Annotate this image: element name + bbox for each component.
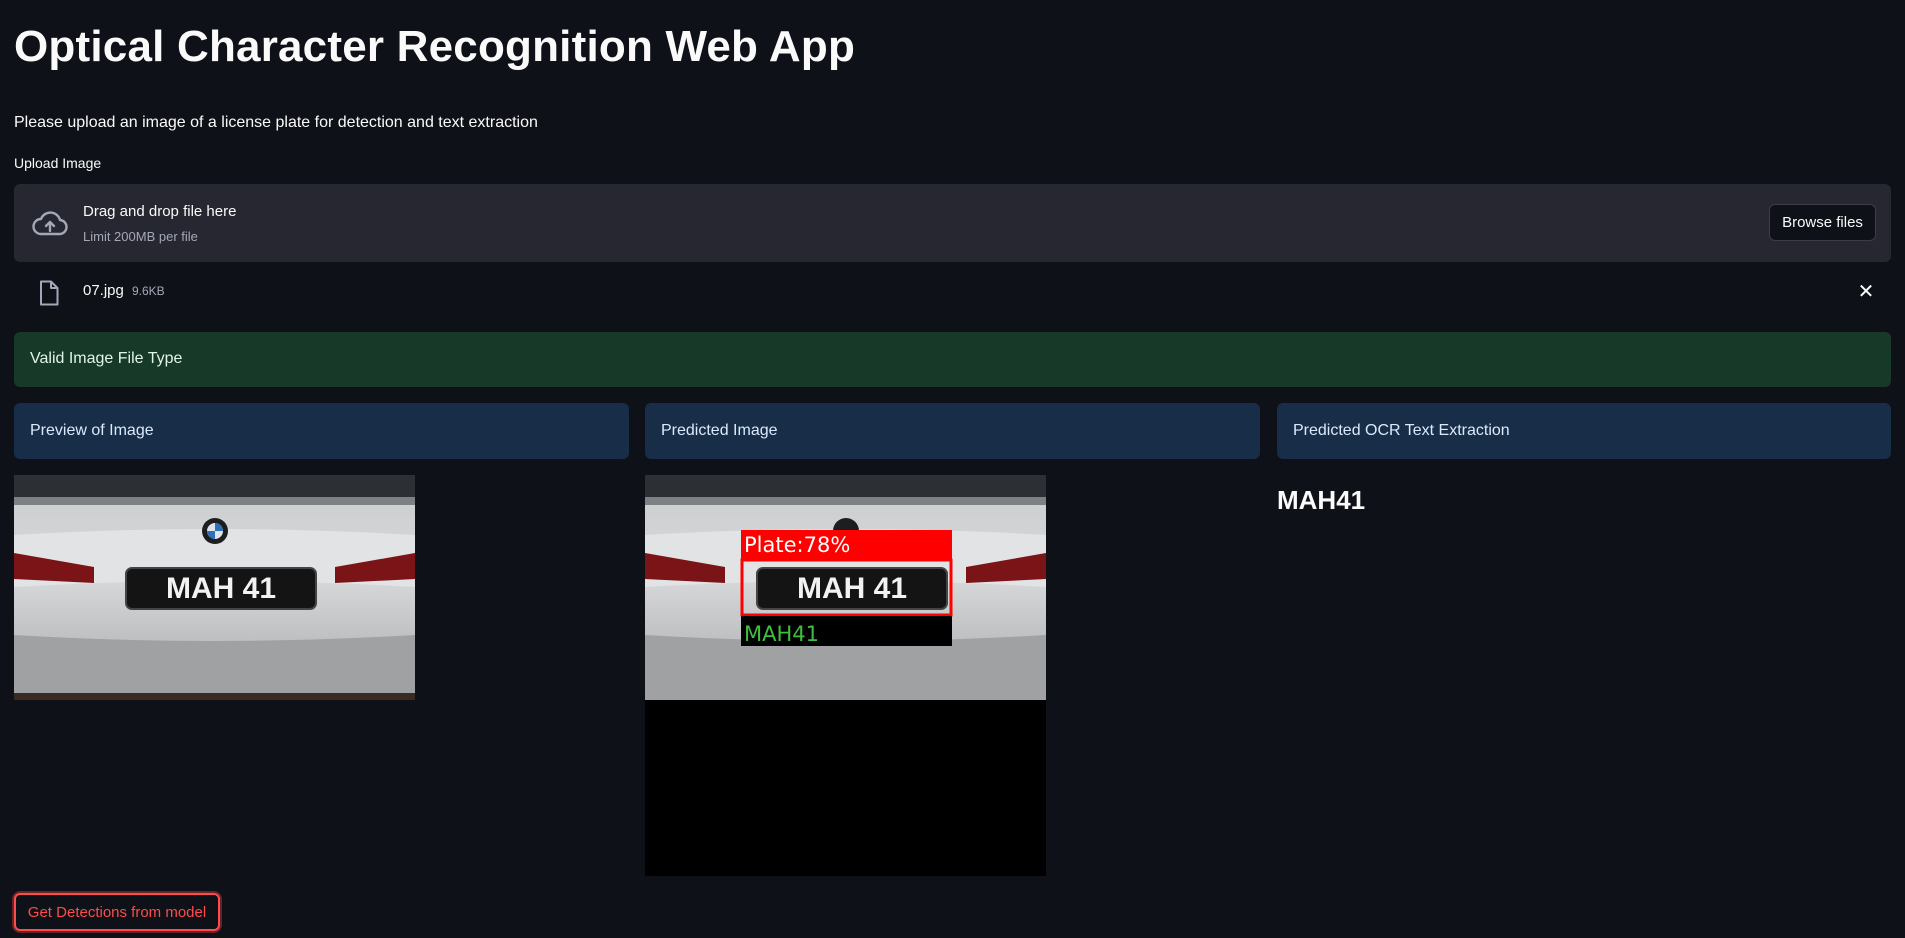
dropzone-limit: Limit 200MB per file xyxy=(83,229,198,244)
app-page: Optical Character Recognition Web App Pl… xyxy=(0,0,1905,938)
file-dropzone[interactable]: Drag and drop file here Limit 200MB per … xyxy=(14,184,1891,262)
dropzone-instruction: Drag and drop file here xyxy=(83,203,237,220)
predicted-image-padding xyxy=(645,700,1046,876)
uploaded-file-row: 07.jpg 9.6KB ✕ xyxy=(14,276,1891,308)
preview-image: MAH 41 xyxy=(14,475,415,700)
predicted-plate-text: MAH 41 xyxy=(797,572,907,605)
page-title: Optical Character Recognition Web App xyxy=(14,22,856,71)
file-icon xyxy=(40,280,59,306)
ocr-result-text: MAH41 xyxy=(1277,485,1366,515)
detection-ocr-label: MAH41 xyxy=(744,622,819,646)
cloud-upload-icon xyxy=(32,211,68,236)
ocr-header: Predicted OCR Text Extraction xyxy=(1277,403,1891,459)
preview-header: Preview of Image xyxy=(14,403,629,459)
remove-file-close-icon[interactable]: ✕ xyxy=(1855,280,1877,303)
predicted-header: Predicted Image xyxy=(645,403,1260,459)
browse-files-button[interactable]: Browse files xyxy=(1769,204,1876,241)
upload-label: Upload Image xyxy=(14,155,102,171)
predicted-header-label: Predicted Image xyxy=(661,422,778,439)
detection-confidence-label: Plate:78% xyxy=(744,533,850,557)
success-message: Valid Image File Type xyxy=(30,350,183,367)
file-size: 9.6KB xyxy=(132,284,165,298)
file-name: 07.jpg xyxy=(83,282,124,299)
success-alert: Valid Image File Type xyxy=(14,332,1891,387)
preview-header-label: Preview of Image xyxy=(30,422,154,439)
predicted-image: MAH 41 Plate:78% MAH41 xyxy=(645,475,1046,700)
page-subtitle: Please upload an image of a license plat… xyxy=(14,114,538,131)
preview-plate-text: MAH 41 xyxy=(166,572,276,605)
get-detections-button[interactable]: Get Detections from model xyxy=(14,893,220,931)
ocr-header-label: Predicted OCR Text Extraction xyxy=(1293,422,1510,439)
